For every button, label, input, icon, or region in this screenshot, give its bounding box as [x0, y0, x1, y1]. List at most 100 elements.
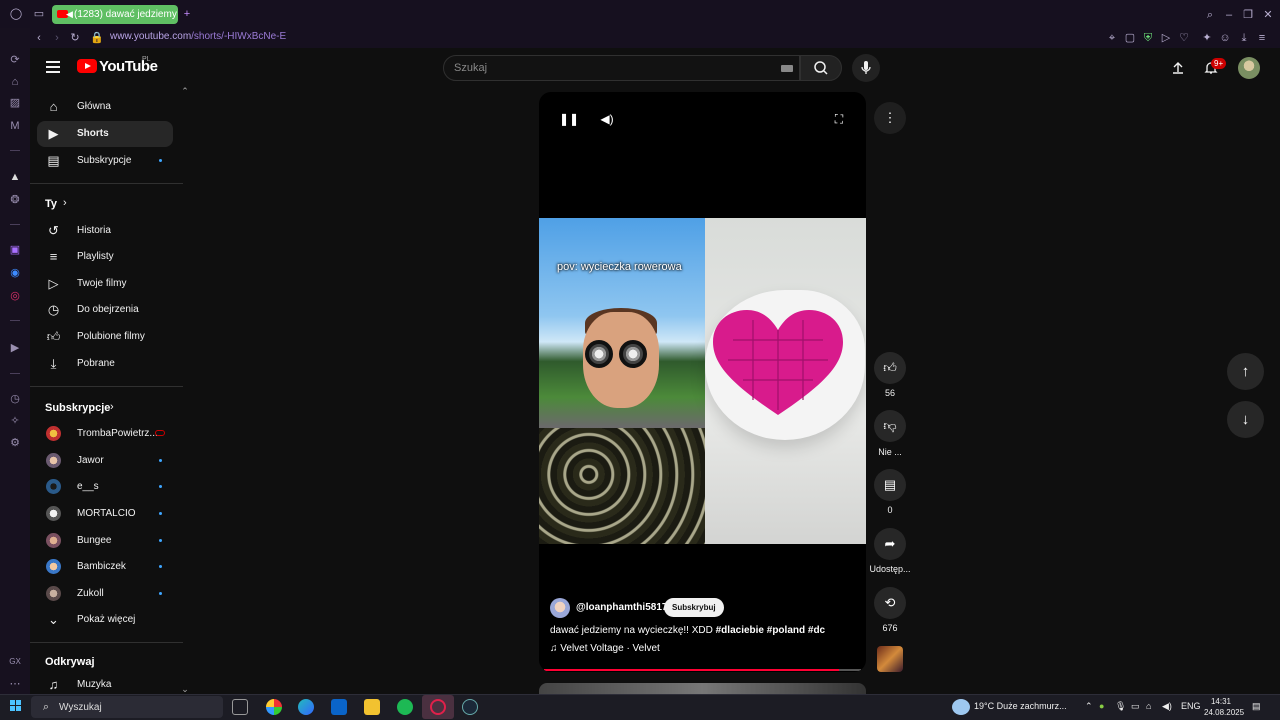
more-options-button[interactable]: ⋮	[874, 102, 906, 134]
minimize-icon[interactable]: –	[1222, 8, 1236, 22]
search-input[interactable]	[454, 60, 754, 76]
network-icon[interactable]: ⌂	[1146, 701, 1151, 711]
pause-icon[interactable]: ❚❚	[559, 112, 579, 126]
instagram-icon[interactable]: ◎	[8, 289, 22, 303]
notification-center-icon[interactable]: ▤	[1252, 701, 1261, 712]
windows-start-icon[interactable]	[10, 700, 22, 712]
upload-icon[interactable]	[1170, 60, 1186, 76]
close-window-icon[interactable]: ✕	[1261, 8, 1275, 22]
dislike-button[interactable]: 👎︎	[874, 410, 906, 442]
workspaces-icon[interactable]: ▭	[32, 7, 46, 21]
easy-setup-icon[interactable]: ≡	[1255, 31, 1269, 45]
new-tab-button[interactable]: +	[180, 7, 194, 21]
sidebar-channel[interactable]: MORTALCIO	[37, 501, 173, 527]
music-attribution[interactable]: ♫ Velvet Voltage · Velvet	[550, 643, 660, 654]
microphone-icon[interactable]: 🎙︎	[1115, 701, 1126, 712]
progress-bar[interactable]	[544, 669, 861, 671]
settings-icon[interactable]: ⚙	[8, 436, 22, 450]
sidebar-show-more[interactable]: ⌄ Pokaż więcej	[37, 607, 173, 633]
messenger-icon[interactable]: ◉	[8, 266, 22, 280]
subscribe-button[interactable]: Subskrybuj	[664, 598, 724, 617]
share-button[interactable]: ➦	[874, 528, 906, 560]
remix-button[interactable]: ⟲	[874, 587, 906, 619]
forward-icon[interactable]: ›	[50, 31, 64, 45]
extensions-sidebar-icon[interactable]: ✧	[8, 414, 22, 428]
next-short-button[interactable]: ↓	[1227, 401, 1264, 438]
next-short-preview[interactable]	[539, 683, 866, 694]
sidebar-item-history[interactable]: ↺ Historia	[37, 218, 173, 244]
channel-name[interactable]: @loanphamthi5817	[576, 602, 667, 613]
sidebar-item-watch-later[interactable]: ◷ Do obejrzenia	[37, 297, 173, 323]
active-tab[interactable]: ◀ (1283) dawać jedziemy	[52, 5, 178, 24]
history-icon[interactable]: ◷	[8, 392, 22, 406]
sidebar-item-music[interactable]: ♫ Muzyka	[37, 672, 173, 692]
sidebar-channel[interactable]: Bambiczek	[37, 554, 173, 580]
restore-icon[interactable]: ❐	[1241, 8, 1255, 22]
back-icon[interactable]: ‹	[32, 31, 46, 45]
guide-menu-icon[interactable]	[46, 61, 60, 73]
tray-app-icon[interactable]: ●	[1099, 701, 1104, 711]
account-avatar[interactable]	[1238, 57, 1260, 79]
volume-icon[interactable]: ◀)	[1162, 701, 1172, 712]
clock[interactable]: 14:31 24.08.2025	[1204, 696, 1244, 718]
sound-thumbnail[interactable]	[877, 646, 903, 672]
snapshot-icon[interactable]: ▢	[1123, 31, 1137, 45]
outlook-icon[interactable]	[331, 699, 347, 715]
gx-logo-icon[interactable]: GX	[8, 655, 22, 669]
you-section-title[interactable]: Ty	[45, 198, 57, 210]
tray-device-icon[interactable]: ▭	[1131, 701, 1140, 712]
app-icon[interactable]	[266, 699, 282, 715]
gx-mods-icon[interactable]: M	[8, 119, 22, 133]
play-icon[interactable]: ▷	[1159, 31, 1173, 45]
chatgpt-icon[interactable]: ❂	[8, 193, 22, 207]
sidebar-scroll-up-icon[interactable]: ⌃	[178, 84, 192, 98]
previous-short-button[interactable]: ↑	[1227, 353, 1264, 390]
weather-cloud-icon[interactable]	[952, 699, 970, 715]
weather-text[interactable]: 19°C Duże zachmurz...	[974, 701, 1067, 711]
sidebar-item-downloads[interactable]: ⤓ Pobrane	[37, 351, 173, 377]
youtube-logo-icon[interactable]	[77, 59, 97, 73]
sidebar-channel[interactable]: TrombaPowietrz...	[37, 421, 173, 447]
sidebar-item-your-videos[interactable]: ▷ Twoje filmy	[37, 271, 173, 297]
sidebar-channel[interactable]: Jawor	[37, 448, 173, 474]
gx-corner-icon[interactable]: ▨	[8, 96, 22, 110]
like-button[interactable]: 👍︎	[874, 352, 906, 384]
extensions-icon[interactable]: ✦	[1200, 31, 1214, 45]
language-indicator[interactable]: ENG	[1181, 701, 1201, 711]
file-explorer-icon[interactable]	[364, 699, 380, 715]
shorts-player[interactable]: ❚❚ ◀) ⛶ pov: wycieczka rowerowa @loanpha…	[539, 92, 866, 672]
edge-icon[interactable]	[298, 699, 314, 715]
gx-control-icon[interactable]: ⟳	[8, 53, 22, 67]
sidebar-channel[interactable]: Bungee	[37, 528, 173, 554]
twitch-icon[interactable]: ▣	[8, 243, 22, 257]
voice-search-button[interactable]	[852, 54, 880, 82]
sidebar-item-subscriptions[interactable]: ▤ Subskrypcje	[37, 148, 173, 174]
gx-store-icon[interactable]: ⌂	[8, 75, 22, 89]
comments-button[interactable]: ▤	[874, 469, 906, 501]
more-icon[interactable]: ⋯	[8, 677, 22, 691]
tray-overflow-icon[interactable]: ⌃	[1085, 701, 1093, 712]
hashtags[interactable]: #dlaciebie #poland #dc	[716, 625, 825, 636]
url-field[interactable]: www.youtube.com/shorts/-HIWxBcNe-E	[110, 31, 286, 42]
task-view-icon[interactable]	[232, 699, 248, 715]
sidebar-channel[interactable]: e__s	[37, 474, 173, 500]
sidebar-item-home[interactable]: ⌂ Główna	[37, 94, 173, 120]
fullscreen-icon[interactable]: ⛶	[832, 112, 846, 126]
sidebar-item-playlists[interactable]: ≡ Playlisty	[37, 244, 173, 270]
player-icon[interactable]: ▶	[8, 341, 22, 355]
chevron-right-icon[interactable]: ›	[110, 401, 114, 413]
heart-icon[interactable]: ♡	[1177, 31, 1191, 45]
steam-icon[interactable]	[462, 699, 478, 715]
keyboard-icon[interactable]	[781, 65, 793, 72]
adblock-shield-icon[interactable]: ⛨	[1141, 31, 1155, 45]
sidebar-item-liked-videos[interactable]: 👍︎ Polubione filmy	[37, 324, 173, 350]
sidebar-item-shorts[interactable]: ▶ Shorts	[37, 121, 173, 147]
pin-icon[interactable]: ⌖	[1105, 31, 1119, 45]
spotify-icon[interactable]	[397, 699, 413, 715]
account-icon[interactable]: ☺	[1218, 31, 1232, 45]
channel-avatar[interactable]	[550, 598, 570, 618]
reload-icon[interactable]: ↻	[68, 31, 82, 45]
tab-search-icon[interactable]: ⌕	[1203, 8, 1217, 22]
search-button[interactable]	[800, 55, 842, 81]
download-icon[interactable]: ⤓	[1237, 31, 1251, 45]
